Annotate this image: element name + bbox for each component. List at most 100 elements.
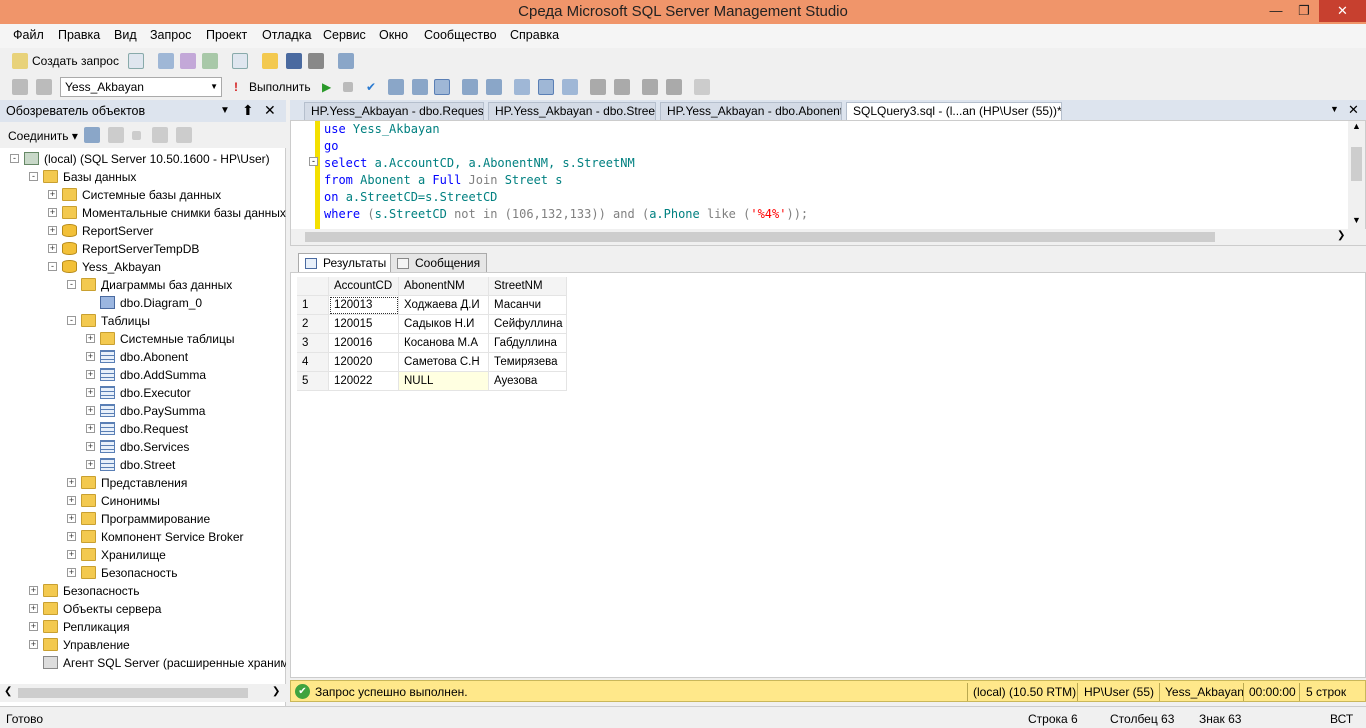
uncomment-icon[interactable] <box>614 79 630 95</box>
close-icon[interactable]: ✕ <box>264 102 276 119</box>
query-designer-icon[interactable] <box>412 79 428 95</box>
tab-request[interactable]: HP.Yess_Akbayan - dbo.Request <box>304 102 484 120</box>
tab-messages[interactable]: Сообщения <box>390 253 488 273</box>
menu-query[interactable]: Запрос <box>150 28 191 42</box>
save-icon[interactable] <box>286 53 302 69</box>
tree-node[interactable]: + Синонимы <box>0 492 286 510</box>
results-to-grid-icon[interactable] <box>434 79 450 95</box>
scrollbar-thumb[interactable] <box>1351 147 1362 181</box>
sql-editor[interactable]: - use Yess_Akbayan go select a.AccountCD… <box>290 120 1366 246</box>
results-to-file-icon[interactable] <box>562 79 578 95</box>
tree-node[interactable]: + Представления <box>0 474 286 492</box>
tree-node[interactable]: + Хранилище <box>0 546 286 564</box>
table-cell[interactable]: Габдуллина <box>489 334 567 353</box>
menu-tools[interactable]: Сервис <box>323 28 366 42</box>
tree-node[interactable]: + Безопасность <box>0 582 286 600</box>
expand-icon[interactable]: + <box>29 604 38 613</box>
decrease-indent-icon[interactable] <box>642 79 658 95</box>
expand-icon[interactable]: + <box>86 442 95 451</box>
tree-node[interactable]: + ReportServer <box>0 222 286 240</box>
collapse-icon[interactable]: - <box>10 154 19 163</box>
tab-results[interactable]: Результаты <box>298 253 394 273</box>
activity-monitor-icon[interactable] <box>338 53 354 69</box>
filter-icon[interactable] <box>152 127 168 143</box>
expand-icon[interactable]: + <box>29 640 38 649</box>
tree-node[interactable]: + Управление <box>0 636 286 654</box>
row-header[interactable]: 2 <box>297 315 329 334</box>
db-engine-query-icon[interactable] <box>158 53 174 69</box>
table-cell[interactable]: 120013 <box>329 296 399 315</box>
expand-icon[interactable]: + <box>67 568 76 577</box>
menu-view[interactable]: Вид <box>114 28 137 42</box>
menu-file[interactable]: Файл <box>13 28 44 42</box>
tree-node[interactable]: + Моментальные снимки базы данных <box>0 204 286 222</box>
database-select[interactable]: Yess_Akbayan ▼ <box>60 77 222 97</box>
specify-values-icon[interactable] <box>694 79 710 95</box>
stop-icon[interactable] <box>343 82 353 92</box>
expand-icon[interactable]: + <box>48 208 57 217</box>
client-stats-icon[interactable] <box>486 79 502 95</box>
expand-icon[interactable]: + <box>67 550 76 559</box>
table-cell[interactable]: Ходжаева Д.И <box>399 296 489 315</box>
grid-corner[interactable] <box>297 277 329 296</box>
results-grid-icon[interactable] <box>538 79 554 95</box>
tab-street[interactable]: HP.Yess_Akbayan - dbo.Street <box>488 102 656 120</box>
collapse-icon[interactable]: - <box>67 316 76 325</box>
scrollbar-thumb[interactable] <box>18 688 248 698</box>
tree-node[interactable]: + Объекты сервера <box>0 600 286 618</box>
print-icon[interactable] <box>308 53 324 69</box>
collapse-icon[interactable]: - <box>309 157 318 166</box>
open-file-icon[interactable] <box>262 53 278 69</box>
tree-node[interactable]: dbo.Diagram_0 <box>0 294 286 312</box>
row-header[interactable]: 1 <box>297 296 329 315</box>
menu-community[interactable]: Сообщество <box>424 28 497 42</box>
tree-node[interactable]: - Таблицы <box>0 312 286 330</box>
expand-icon[interactable]: + <box>86 370 95 379</box>
connect-server-icon[interactable] <box>84 127 100 143</box>
tree-node[interactable]: + dbo.Abonent <box>0 348 286 366</box>
tree-horizontal-scrollbar[interactable]: ❮ ❯ <box>0 684 286 702</box>
tree-node[interactable]: + Репликация <box>0 618 286 636</box>
scroll-left-icon[interactable]: ❮ <box>4 686 12 697</box>
collapse-icon[interactable]: - <box>29 172 38 181</box>
menu-project[interactable]: Проект <box>206 28 247 42</box>
connect-icon[interactable] <box>12 79 28 95</box>
minimize-icon[interactable]: — <box>1262 0 1290 22</box>
tab-sqlquery3[interactable]: SQLQuery3.sql - (l...an (HP\User (55))* <box>846 102 1062 120</box>
table-cell[interactable]: Ауезова <box>489 372 567 391</box>
tree-node[interactable]: + ReportServerTempDB <box>0 240 286 258</box>
comment-icon[interactable] <box>590 79 606 95</box>
collapse-icon[interactable]: - <box>67 280 76 289</box>
expand-icon[interactable]: + <box>86 460 95 469</box>
include-plan-icon[interactable] <box>462 79 478 95</box>
change-connection-icon[interactable] <box>36 79 52 95</box>
tree-node[interactable]: + Системные таблицы <box>0 330 286 348</box>
menu-edit[interactable]: Правка <box>58 28 100 42</box>
execute-icon[interactable]: ! <box>234 80 238 94</box>
tree-node[interactable]: + dbo.Street <box>0 456 286 474</box>
table-cell[interactable]: 120016 <box>329 334 399 353</box>
column-header[interactable]: StreetNM <box>489 277 567 296</box>
scroll-right-icon[interactable]: ❯ <box>272 686 280 697</box>
expand-icon[interactable]: + <box>67 478 76 487</box>
table-cell[interactable]: Темирязева <box>489 353 567 372</box>
parse-icon[interactable]: ✔ <box>366 80 376 94</box>
tree-node[interactable]: - (local) (SQL Server 10.50.1600 - HP\Use… <box>0 150 286 168</box>
execute-button[interactable]: Выполнить <box>249 80 311 94</box>
mdx-query-icon[interactable] <box>202 53 218 69</box>
new-query-button[interactable]: Создать запрос <box>32 54 119 68</box>
column-header[interactable]: AccountCD <box>329 277 399 296</box>
tab-abonent[interactable]: HP.Yess_Akbayan - dbo.Abonent <box>660 102 842 120</box>
menu-help[interactable]: Справка <box>510 28 559 42</box>
table-cell[interactable]: Саметова С.Н <box>399 353 489 372</box>
tree-node[interactable]: - Базы данных <box>0 168 286 186</box>
stop-icon[interactable] <box>132 131 141 140</box>
table-cell[interactable]: 120015 <box>329 315 399 334</box>
close-icon[interactable]: ✕ <box>1319 0 1366 22</box>
tree-node[interactable]: + Компонент Service Broker <box>0 528 286 546</box>
analysis-query-icon[interactable] <box>180 53 196 69</box>
expand-icon[interactable]: + <box>86 406 95 415</box>
new-project-icon[interactable] <box>232 53 248 69</box>
expand-icon[interactable]: + <box>67 532 76 541</box>
debug-icon[interactable]: ▶ <box>322 80 331 94</box>
